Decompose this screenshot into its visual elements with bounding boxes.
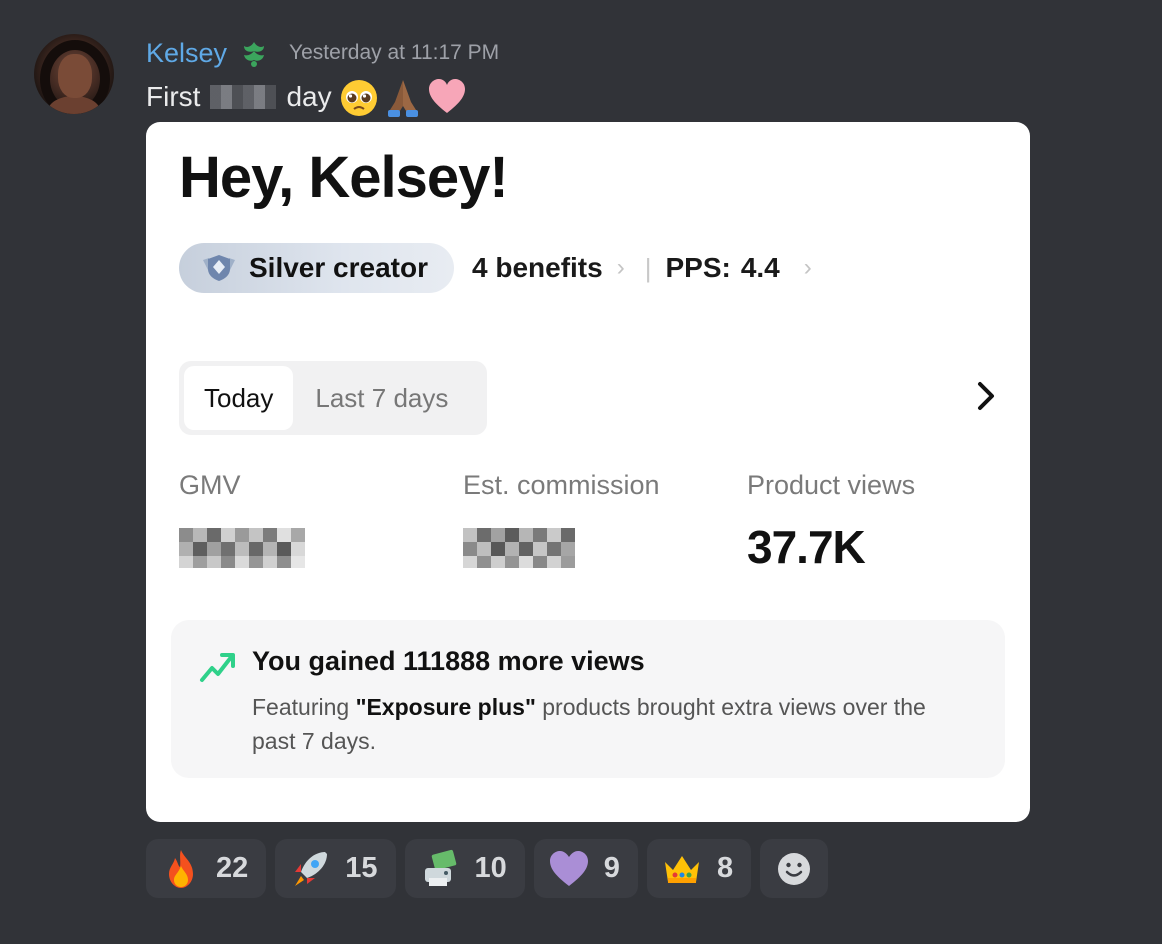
redacted-word [210,85,277,109]
pleading-face-emoji [340,80,377,116]
gain-description: Featuring "Exposure plus" products broug… [252,690,972,758]
username[interactable]: Kelsey [146,38,227,69]
pps-value[interactable]: 4.4 [741,252,780,284]
greeting-title: Hey, Kelsey! [179,145,509,210]
reaction-purple-heart[interactable]: 9 [533,839,638,898]
tab-last-7-days[interactable]: Last 7 days [295,366,468,430]
message-header: Kelsey Yesterday at 11:17 PM [146,36,499,70]
attachment-image[interactable]: Hey, Kelsey! Silver creator 4 benefits ›… [146,122,1030,822]
message-timestamp[interactable]: Yesterday at 11:17 PM [289,41,499,65]
date-range-tabs: Today Last 7 days [179,361,487,435]
reaction-count: 15 [345,852,378,884]
folded-hands-emoji [387,80,418,117]
chevron-right-icon: › [803,254,812,281]
reaction-count: 22 [216,852,249,884]
benefits-link[interactable]: 4 benefits [472,252,603,284]
reaction-fire[interactable]: 22 [146,839,267,898]
reaction-count: 9 [603,852,620,884]
reaction-crown[interactable]: 8 [646,839,752,898]
redacted-gmv-value [179,528,305,568]
money-printer-emoji [424,849,456,886]
divider: | [644,252,652,283]
redacted-commission-value [463,528,575,568]
reaction-rocket[interactable]: 15 [275,839,396,898]
reaction-money-printer[interactable]: 10 [404,839,525,898]
metric-label-gmv: GMV [179,470,241,500]
reaction-count: 8 [716,852,734,884]
pps-label[interactable]: PPS: [665,252,730,284]
gain-body-bold: "Exposure plus" [355,694,536,720]
reaction-count: 10 [474,852,507,884]
pink-heart-emoji [428,79,465,113]
gain-body-prefix: Featuring [252,694,356,720]
reactions-bar: 22 15 10 9 8 [146,839,829,898]
trending-up-icon [200,653,235,682]
message-emojis [338,76,468,118]
role-badge-icon[interactable] [237,38,271,68]
shield-icon [203,255,235,281]
tab-today[interactable]: Today [184,366,294,430]
purple-heart-emoji [549,850,588,886]
product-views-value: 37.7K [747,521,866,573]
fire-emoji [169,849,193,888]
add-reaction-icon [778,852,811,885]
chevron-right-icon[interactable] [972,376,1000,416]
creator-badge[interactable]: Silver creator [179,243,454,293]
add-reaction-button[interactable] [760,839,829,898]
creator-badge-label: Silver creator [249,252,428,283]
gain-title: You gained 111888 more views [252,646,645,676]
message-text-first: First [146,81,201,112]
avatar-face [58,54,92,98]
message-text-day: day [286,81,332,112]
metric-label-product-views: Product views [747,470,916,500]
user-avatar[interactable] [34,34,114,114]
creator-status-row: Silver creator 4 benefits › | PPS: 4.4 › [179,243,812,293]
chevron-right-icon: › [616,254,625,281]
crown-emoji [664,855,699,883]
metric-label-commission: Est. commission [463,470,660,500]
views-gain-banner[interactable]: You gained 111888 more views Featuring "… [171,620,1005,778]
rocket-emoji [295,851,328,886]
message-content: First day [146,76,468,118]
